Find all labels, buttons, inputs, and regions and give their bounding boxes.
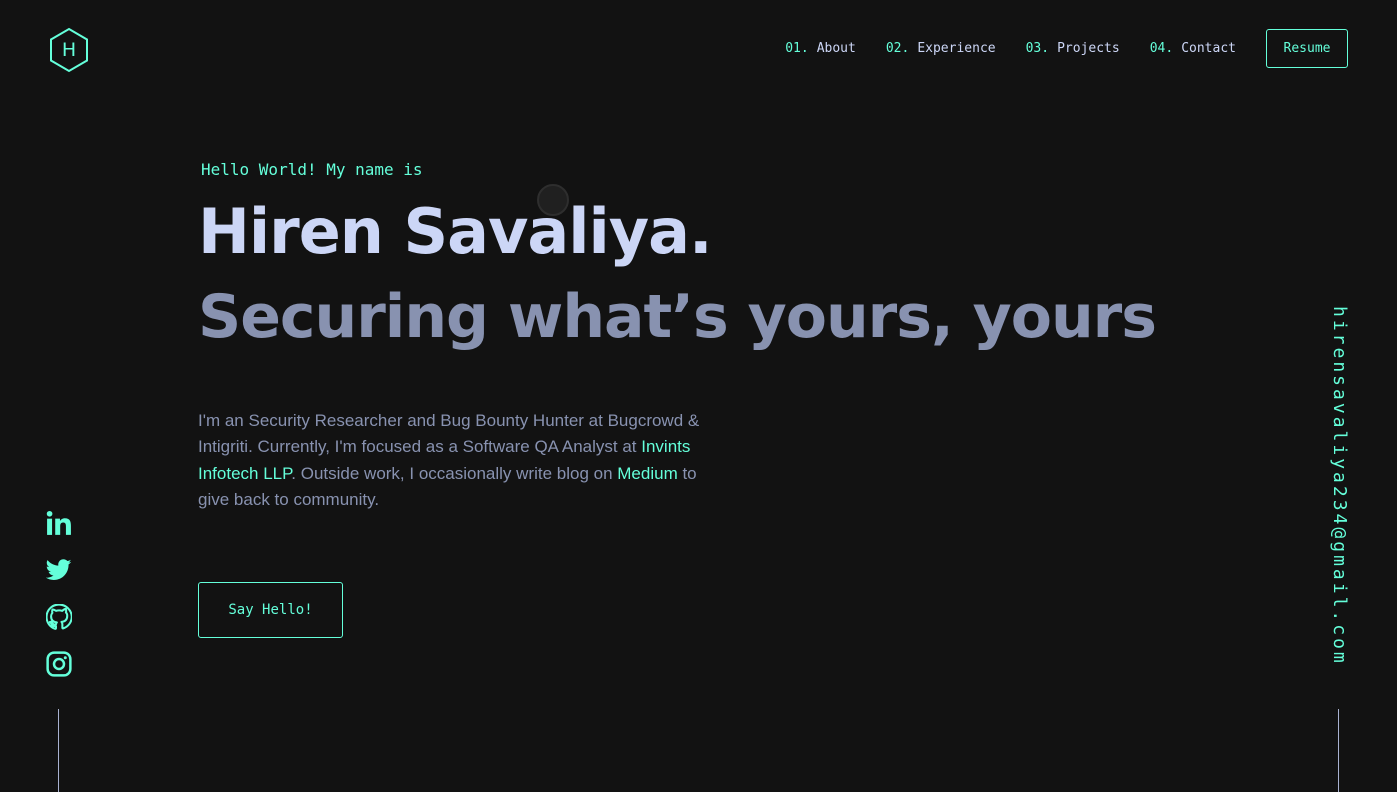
right-divider-line (1338, 709, 1339, 792)
github-link[interactable] (44, 602, 74, 632)
social-links (44, 508, 74, 696)
nav-item-contact[interactable]: 04. Contact (1150, 41, 1236, 56)
nav-label: Contact (1181, 41, 1236, 56)
linkedin-icon (46, 510, 71, 535)
nav-item-experience[interactable]: 02. Experience (886, 41, 996, 56)
hero-name: Hiren Savaliya. (198, 195, 713, 268)
main-nav: 01. About 02. Experience 03. Projects 04… (785, 29, 1348, 68)
hero-about: I'm an Security Researcher and Bug Bount… (198, 408, 708, 514)
nav-label: About (816, 41, 856, 56)
nav-number: 03. (1025, 41, 1050, 56)
twitter-icon (46, 559, 72, 580)
logo[interactable]: H (48, 27, 90, 73)
hero-section: Hello World! My name is Hiren Savaliya. … (198, 158, 1157, 354)
nav-label: Experience (917, 41, 996, 56)
linkedin-link[interactable] (44, 508, 74, 538)
cursor-indicator (537, 184, 569, 216)
about-text: I'm an Security Researcher and Bug Bount… (198, 411, 700, 457)
nav-number: 02. (885, 41, 910, 56)
nav-number: 04. (1149, 41, 1174, 56)
about-text: . Outside work, I occasionally write blo… (291, 463, 618, 483)
github-icon (46, 604, 72, 630)
email-link[interactable]: hirensavaliya234@gmail.com (1326, 306, 1350, 666)
logo-letter: H (61, 39, 77, 61)
hero-greeting: Hello World! My name is (201, 160, 423, 179)
nav-label: Projects (1057, 41, 1120, 56)
nav-number: 01. (785, 41, 809, 56)
instagram-link[interactable] (44, 649, 74, 679)
nav-item-projects[interactable]: 03. Projects (1026, 41, 1120, 56)
say-hello-button[interactable]: Say Hello! (198, 582, 343, 638)
medium-link[interactable]: Medium (617, 464, 677, 483)
twitter-link[interactable] (44, 555, 74, 585)
resume-button[interactable]: Resume (1266, 29, 1348, 68)
left-divider-line (58, 709, 59, 792)
instagram-icon (46, 651, 72, 677)
hero-tagline: Securing what’s yours, yours (198, 282, 1157, 352)
nav-item-about[interactable]: 01. About (785, 41, 856, 56)
